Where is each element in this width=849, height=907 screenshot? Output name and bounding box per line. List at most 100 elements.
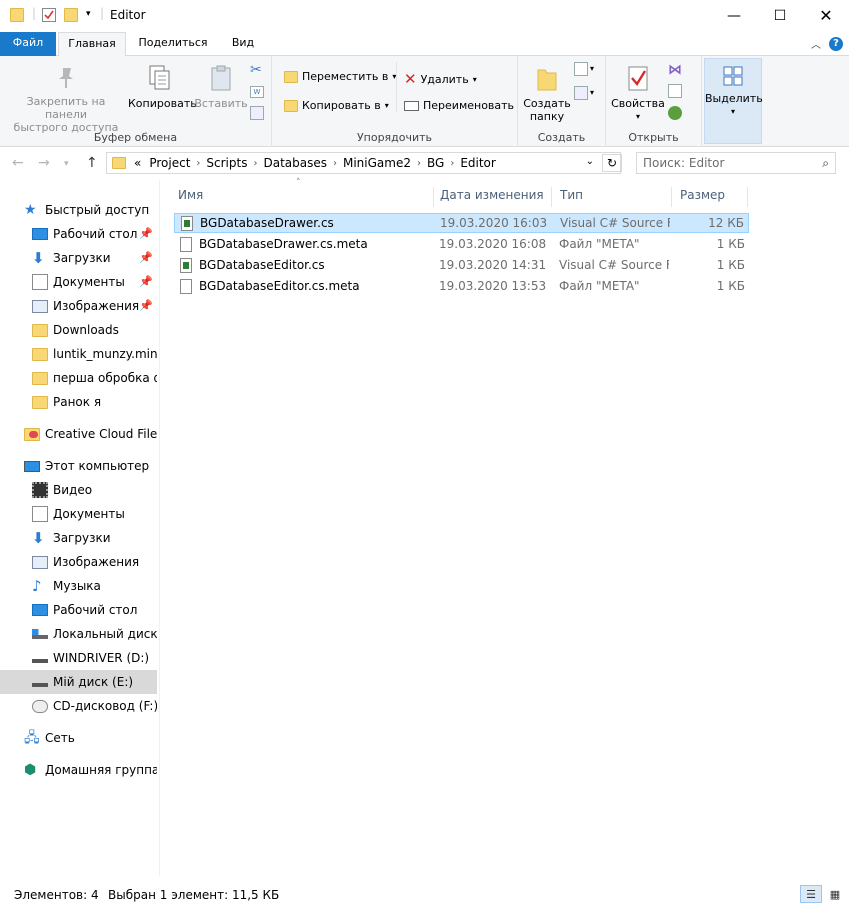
select-group[interactable]: Выделить ▾ [704, 58, 763, 144]
breadcrumb-item[interactable]: Databases [263, 156, 327, 170]
breadcrumb-item[interactable]: Scripts [206, 156, 247, 170]
address-bar[interactable]: « Project › Scripts › Databases › MiniGame2… [106, 152, 621, 174]
nav-item-downloads[interactable]: ⬇ Загрузки 📌 [0, 246, 157, 270]
details-view-icon[interactable]: ☰ [800, 885, 822, 903]
search-input[interactable]: Поиск: Editor ⌕ [636, 152, 836, 174]
nav-item-drive-c[interactable]: Локальный диск (C [0, 622, 157, 646]
nav-item-folder[interactable]: перша обробка фс [0, 366, 157, 390]
back-button[interactable]: ← [12, 155, 24, 171]
nav-item-videos[interactable]: Видео [0, 478, 157, 502]
file-icon [180, 278, 192, 294]
csharp-file-icon [180, 257, 192, 273]
table-row[interactable]: BGDatabaseDrawer.cs 19.03.2020 16:03 Vis… [174, 213, 749, 233]
download-icon: ⬇ [32, 249, 45, 267]
clipboard-group: Закрепить на панели быстрого доступа Коп… [0, 56, 272, 147]
tab-share[interactable]: Поделиться [130, 32, 216, 56]
column-header-type[interactable]: Тип [552, 187, 672, 207]
copy-path-icon[interactable]: W [250, 86, 264, 98]
nav-creative-cloud[interactable]: Creative Cloud Files [0, 422, 157, 446]
table-row[interactable]: BGDatabaseEditor.cs 19.03.2020 14:31 Vis… [174, 255, 749, 275]
copy-to-button[interactable]: Копировать в ▾ [284, 99, 389, 112]
new-folder-qa-icon[interactable] [64, 8, 78, 22]
breadcrumb-item[interactable]: MiniGame2 [343, 156, 411, 170]
tab-view[interactable]: Вид [220, 32, 266, 56]
nav-item-folder[interactable]: luntik_munzy.minig [0, 342, 157, 366]
tab-home[interactable]: Главная [58, 32, 126, 57]
computer-icon [24, 460, 40, 472]
visual-studio-icon[interactable]: ⋈ [668, 62, 682, 78]
delete-button[interactable]: ✕ Удалить ▾ [404, 70, 477, 88]
new-item-icon[interactable] [574, 62, 588, 76]
nav-network[interactable]: 🖧 Сеть [0, 726, 157, 750]
rename-button[interactable]: Переименовать [404, 99, 514, 112]
file-name: BGDatabaseEditor.cs [199, 258, 325, 272]
nav-this-pc[interactable]: Этот компьютер [0, 454, 157, 478]
new-folder-label-2: папку [529, 110, 565, 123]
qa-dropdown-icon[interactable]: ▾ [86, 9, 91, 19]
column-header-size[interactable]: Размер [672, 187, 748, 207]
new-folder-button[interactable]: Создать папку [520, 64, 574, 123]
nav-homegroup[interactable]: ⬢ Домашняя группа [0, 758, 157, 782]
close-button[interactable]: ✕ [803, 0, 849, 31]
forward-button[interactable]: → [38, 155, 50, 171]
breadcrumb-item[interactable]: Project [149, 156, 190, 170]
minimize-button[interactable]: — [711, 0, 757, 31]
pin-icon: 📌 [139, 299, 153, 312]
nav-item-music[interactable]: ♪ Музыка [0, 574, 157, 598]
properties-qa-icon[interactable] [42, 8, 56, 22]
paste-shortcut-icon[interactable] [250, 106, 264, 120]
easy-access-icon[interactable] [574, 86, 588, 100]
recent-locations-icon[interactable]: ▾ [64, 159, 69, 169]
tab-file[interactable]: Файл [0, 32, 56, 56]
pin-icon: 📌 [139, 251, 153, 264]
history-icon[interactable] [668, 106, 682, 120]
nav-item-folder[interactable]: Ранок я [0, 390, 157, 414]
copy-to-icon [284, 99, 298, 112]
nav-item-cd-drive[interactable]: CD-дисковод (F:) [0, 694, 157, 718]
large-icons-view-icon[interactable]: ▦ [825, 885, 845, 903]
item-count: Элементов: 4 [14, 888, 99, 902]
column-header-date[interactable]: Дата изменения [432, 187, 552, 207]
move-to-icon [284, 70, 298, 83]
help-icon[interactable]: ? [829, 36, 843, 51]
nav-item-documents[interactable]: Документы 📌 [0, 270, 157, 294]
move-to-button[interactable]: Переместить в ▾ [284, 70, 396, 83]
select-button[interactable]: Выделить ▾ [705, 65, 763, 118]
collapse-ribbon-icon[interactable]: ︿ [811, 36, 821, 51]
maximize-button[interactable]: ☐ [757, 0, 803, 31]
network-icon: 🖧 [24, 730, 40, 746]
edit-icon[interactable] [668, 84, 682, 98]
nav-item-pictures[interactable]: Изображения [0, 550, 157, 574]
organize-group-label: Упорядочить [356, 131, 433, 144]
table-row[interactable]: BGDatabaseEditor.cs.meta 19.03.2020 13:5… [174, 276, 749, 296]
breadcrumb-item[interactable]: Editor [460, 156, 496, 170]
pin-icon [59, 68, 73, 88]
up-button[interactable]: ↑ [86, 155, 98, 171]
column-header-name[interactable]: Имя [170, 187, 434, 207]
file-icon [180, 236, 192, 252]
breadcrumb-item[interactable]: BG [427, 156, 444, 170]
paste-button[interactable]: Вставить [194, 64, 248, 110]
pin-quick-access-button[interactable]: Закрепить на панели быстрого доступа [6, 64, 126, 134]
nav-item-downloads[interactable]: ⬇ Загрузки [0, 526, 157, 550]
address-dropdown-icon[interactable]: ⌄ [586, 156, 594, 167]
nav-item-drive-e[interactable]: Мій диск (E:) [0, 670, 157, 694]
file-name: BGDatabaseEditor.cs.meta [199, 279, 360, 293]
separator: | [100, 6, 105, 20]
nav-item-pictures[interactable]: Изображения 📌 [0, 294, 157, 318]
title-bar: | ▾ | Editor — ☐ ✕ [0, 0, 849, 32]
nav-item-drive-d[interactable]: WINDRIVER (D:) [0, 646, 157, 670]
breadcrumb-overflow[interactable]: « [134, 156, 141, 170]
cut-icon[interactable]: ✂ [250, 62, 262, 78]
nav-item-documents[interactable]: Документы [0, 502, 157, 526]
nav-item-desktop[interactable]: Рабочий стол 📌 [0, 222, 157, 246]
copy-button[interactable]: Копировать [128, 64, 197, 110]
refresh-button[interactable]: ↻ [602, 154, 622, 172]
file-size: 1 КБ [716, 237, 745, 251]
nav-item-folder[interactable]: Downloads [0, 318, 157, 342]
nav-quick-access[interactable]: ★ Быстрый доступ [0, 198, 157, 222]
search-placeholder: Поиск: Editor [643, 156, 725, 170]
nav-item-desktop[interactable]: Рабочий стол [0, 598, 157, 622]
table-row[interactable]: BGDatabaseDrawer.cs.meta 19.03.2020 16:0… [174, 234, 749, 254]
properties-button[interactable]: Свойства ▾ [608, 64, 668, 123]
